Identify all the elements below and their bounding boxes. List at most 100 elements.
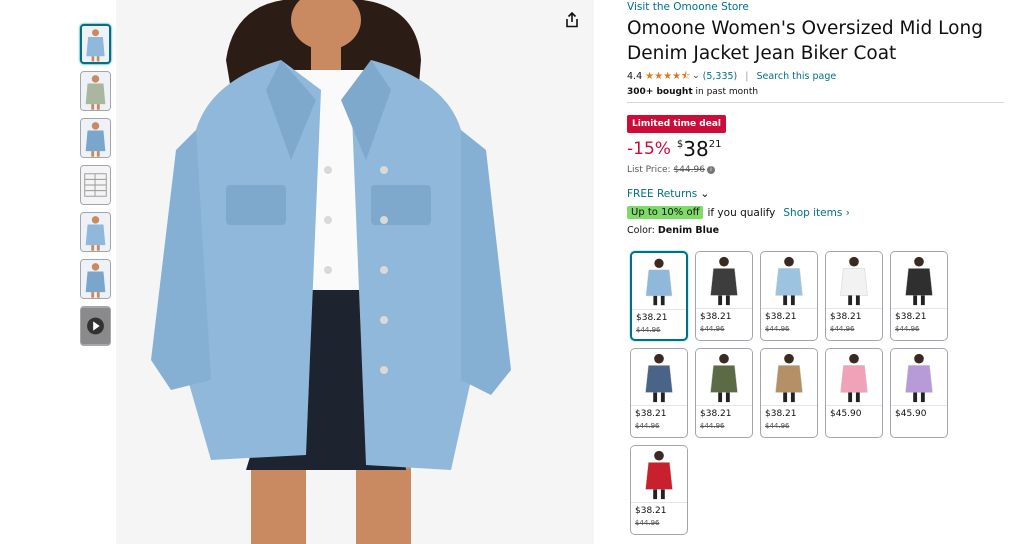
color-swatch[interactable]: $38.21 $44.96 xyxy=(890,251,948,341)
color-label: Color: Denim Blue xyxy=(627,225,1007,236)
divider xyxy=(826,405,882,406)
bought-count-rest: in past month xyxy=(692,87,759,97)
swatch-list-price: $44.96 xyxy=(830,325,855,333)
swatch-list-price: $44.96 xyxy=(635,422,660,430)
swatch-price: $38.21 xyxy=(700,409,732,419)
swatch-price: $38.21 xyxy=(765,312,797,322)
color-swatch[interactable]: $38.21 $44.96 xyxy=(695,348,753,438)
product-title: Omoone Women's Oversized Mid Long Denim … xyxy=(627,18,983,64)
product-photo xyxy=(116,0,594,544)
swatch-price: $38.21 xyxy=(700,312,732,322)
bought-count: 300+ bought in past month xyxy=(627,87,1007,97)
divider xyxy=(761,308,817,309)
list-price: List Price: $44.96 i xyxy=(627,165,1007,175)
swatch-image xyxy=(696,252,752,308)
main-product-image[interactable] xyxy=(116,0,594,544)
star-icon: ★ xyxy=(654,70,664,82)
product-photo-thumbnail[interactable] xyxy=(80,71,111,111)
divider xyxy=(891,308,947,309)
separator: | xyxy=(745,70,749,82)
free-returns-dropdown[interactable]: FREE Returns ⌄ xyxy=(627,187,1007,200)
star-icon: ★ xyxy=(672,70,682,82)
divider xyxy=(632,309,686,310)
divider xyxy=(627,102,1004,103)
promo-badge: Up to 10% off xyxy=(627,206,704,219)
info-icon[interactable]: i xyxy=(706,165,715,174)
star-icon: ★ xyxy=(645,70,655,82)
swatch-list-price: $44.96 xyxy=(765,325,790,333)
color-swatch[interactable]: $38.21 $44.96 xyxy=(630,445,688,535)
price-fraction: 21 xyxy=(708,139,722,150)
store-link[interactable]: Visit the Omoone Store xyxy=(627,0,1007,14)
color-swatch[interactable]: $45.90 xyxy=(890,348,948,438)
star-icon: ⯪ xyxy=(681,70,691,82)
swatch-price: $38.21 xyxy=(895,312,927,322)
divider xyxy=(761,405,817,406)
swatch-price: $45.90 xyxy=(830,409,862,419)
thumbnail-list xyxy=(80,24,112,353)
search-page-link[interactable]: Search this page xyxy=(756,71,836,82)
color-swatch[interactable]: $38.21 $44.96 xyxy=(695,251,753,341)
divider xyxy=(696,405,752,406)
swatch-price: $38.21 xyxy=(830,312,862,322)
star-rating-icon[interactable]: ★ ★ ★ ★ ⯪ xyxy=(645,70,691,82)
divider xyxy=(891,405,947,406)
price-whole: 38 xyxy=(683,137,709,161)
free-returns-label: FREE Returns xyxy=(627,187,698,200)
product-photo-thumbnail[interactable] xyxy=(80,212,111,252)
color-swatch[interactable]: $38.21 $44.96 xyxy=(760,348,818,438)
divider xyxy=(826,308,882,309)
price-row: -15% $ 38 21 xyxy=(627,138,1007,162)
color-label-prefix: Color: xyxy=(627,225,658,236)
list-price-label: List Price: xyxy=(627,165,674,175)
swatch-price: $38.21 xyxy=(765,409,797,419)
rating-row: 4.4 ★ ★ ★ ★ ⯪ ⌄ (5,335) | Search this page xyxy=(627,69,1007,83)
swatch-list-price: $44.96 xyxy=(636,326,661,334)
swatch-price: $38.21 xyxy=(636,313,668,323)
color-swatch[interactable]: $38.21 $44.96 xyxy=(630,348,688,438)
bought-count-bold: 300+ bought xyxy=(627,87,693,97)
shop-items-link[interactable]: Shop items › xyxy=(783,207,849,219)
size-chart-thumbnail[interactable] xyxy=(80,165,111,205)
swatch-price: $38.21 xyxy=(635,506,667,516)
divider xyxy=(631,502,687,503)
swatch-image xyxy=(761,349,817,405)
promo-qualify-text: if you qualify xyxy=(707,206,776,219)
swatch-price: $45.90 xyxy=(895,409,927,419)
product-info: Visit the Omoone Store Omoone Women's Ov… xyxy=(627,0,1007,236)
swatch-price: $38.21 xyxy=(635,409,667,419)
review-count-link[interactable]: (5,335) xyxy=(703,71,738,82)
swatch-list-price: $44.96 xyxy=(700,422,725,430)
swatch-image xyxy=(632,254,686,308)
product-photo-thumbnail[interactable] xyxy=(80,24,111,64)
swatch-list-price: $44.96 xyxy=(700,325,725,333)
color-swatch[interactable]: $38.21 $44.96 xyxy=(760,251,818,341)
swatch-image xyxy=(631,446,687,502)
chevron-down-icon[interactable]: ⌄ xyxy=(692,71,700,81)
color-swatch[interactable]: $38.21 $44.96 xyxy=(825,251,883,341)
swatch-image xyxy=(826,252,882,308)
promo-row: Up to 10% off if you qualify Shop items … xyxy=(627,206,1007,219)
color-swatch[interactable]: $38.21 $44.96 xyxy=(630,251,688,341)
deal-badge: Limited time deal xyxy=(627,115,726,133)
share-icon[interactable] xyxy=(562,9,582,31)
discount-percent: -15% xyxy=(627,139,671,159)
color-swatch[interactable]: $45.90 xyxy=(825,348,883,438)
product-photo-thumbnail[interactable] xyxy=(80,118,111,158)
video-play-thumbnail[interactable] xyxy=(80,306,111,346)
swatch-list-price: $44.96 xyxy=(895,325,920,333)
swatch-image xyxy=(696,349,752,405)
divider xyxy=(631,405,687,406)
swatch-image xyxy=(631,349,687,405)
swatch-image xyxy=(826,349,882,405)
list-price-value: $44.96 xyxy=(673,165,705,175)
color-selected-value: Denim Blue xyxy=(657,225,720,236)
chevron-down-icon: ⌄ xyxy=(700,187,710,200)
swatch-list-price: $44.96 xyxy=(765,422,790,430)
swatch-list-price: $44.96 xyxy=(635,519,660,527)
swatch-image xyxy=(891,349,947,405)
swatch-image xyxy=(891,252,947,308)
divider xyxy=(696,308,752,309)
star-icon: ★ xyxy=(663,70,673,82)
product-photo-thumbnail[interactable] xyxy=(80,259,111,299)
